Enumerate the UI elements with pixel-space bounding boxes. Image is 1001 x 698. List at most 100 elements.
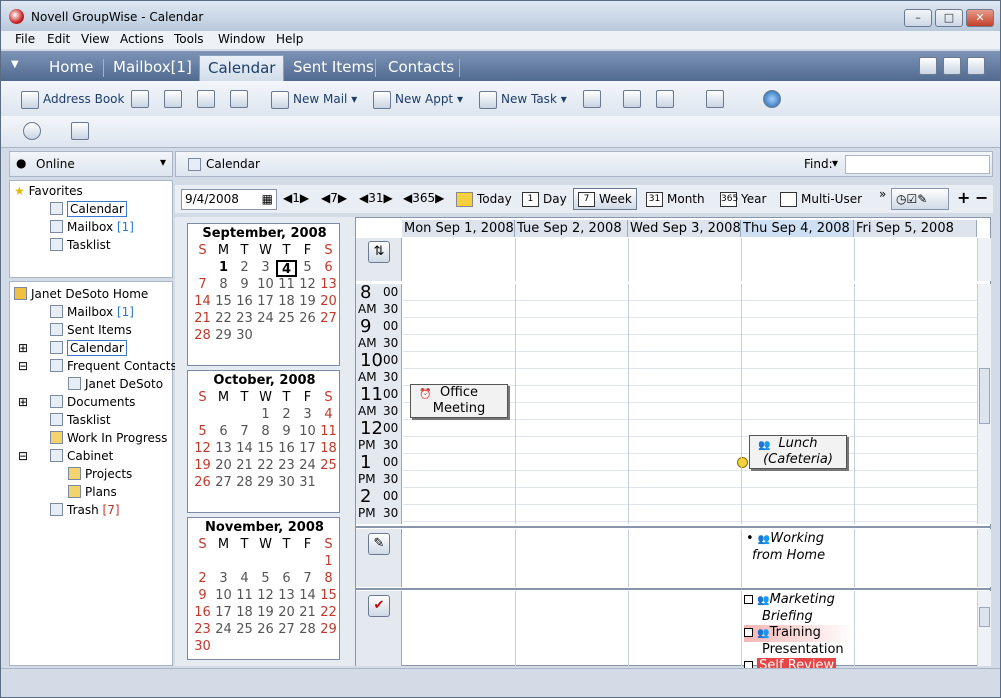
note-pencil-icon[interactable]: ✎	[368, 533, 390, 555]
calendar-day[interactable]: 5	[255, 571, 276, 588]
calendar-day[interactable]: 25	[234, 622, 255, 639]
step-365-days[interactable]: ◀365▶	[403, 191, 444, 205]
calendar-day[interactable]: 23	[276, 458, 297, 475]
calendar-day[interactable]: 15	[255, 441, 276, 458]
tree-root-home[interactable]: Janet DeSoto Home	[14, 287, 148, 301]
find-input[interactable]	[845, 155, 990, 174]
day-header-wed[interactable]: Wed Sep 3, 2008	[628, 220, 741, 237]
calendar-day[interactable]: 21	[297, 605, 318, 622]
scroll-thumb[interactable]	[979, 368, 990, 424]
day-header-mon[interactable]: Mon Sep 1, 2008	[402, 220, 515, 237]
list-view-icon[interactable]	[623, 90, 641, 108]
calendar-day[interactable]: 13	[318, 277, 339, 294]
notes-scrollbar[interactable]	[977, 529, 991, 587]
appointment-office-meeting[interactable]: ⏰ Office Meeting	[410, 384, 508, 418]
calendar-day[interactable]: 18	[276, 294, 297, 311]
expand-icon[interactable]: ⊞	[18, 395, 28, 409]
help-globe-icon[interactable]	[763, 90, 781, 108]
day-view-button[interactable]: 1 Day	[517, 188, 572, 210]
calendar-day[interactable]: 22	[318, 605, 339, 622]
calendar-day[interactable]: 30	[276, 475, 297, 492]
time-slot[interactable]	[403, 284, 977, 301]
columns-icon[interactable]	[656, 90, 674, 108]
calendar-day[interactable]: 26	[192, 475, 213, 492]
time-slot[interactable]	[403, 471, 977, 488]
menu-tools[interactable]: Tools	[174, 32, 204, 46]
task-checkbox[interactable]	[744, 595, 753, 604]
calendar-day[interactable]: 9	[276, 424, 297, 441]
tab-home[interactable]: Home	[41, 55, 101, 81]
calendar-day[interactable]: 24	[255, 311, 276, 328]
add-icon[interactable]: +	[957, 188, 970, 207]
online-mode-dropdown[interactable]: ● Online ▾	[9, 151, 173, 177]
tree-frequent-contacts[interactable]: Frequent Contacts	[50, 359, 177, 373]
calendar-day[interactable]: 8	[213, 277, 234, 294]
step-7-days[interactable]: ◀7▶	[321, 191, 347, 205]
calendar-day[interactable]: 6	[276, 571, 297, 588]
tree-sent-items[interactable]: Sent Items	[50, 323, 132, 337]
calendar-day[interactable]: 2	[192, 571, 213, 588]
menu-help[interactable]: Help	[276, 32, 303, 46]
calendar-day[interactable]: 27	[213, 475, 234, 492]
menu-file[interactable]: File	[15, 32, 35, 46]
tab-sent-items[interactable]: Sent Items	[285, 55, 382, 81]
calendar-day[interactable]: 17	[297, 441, 318, 458]
calendar-day[interactable]: 28	[297, 622, 318, 639]
calendar-day[interactable]: 3	[255, 260, 276, 277]
calendar-day[interactable]: 19	[297, 294, 318, 311]
time-slot[interactable]	[403, 335, 977, 352]
find-icon[interactable]	[197, 90, 215, 108]
calendar-day[interactable]: 23	[192, 622, 213, 639]
menu-edit[interactable]: Edit	[47, 32, 70, 46]
tree-documents[interactable]: Documents	[50, 395, 135, 409]
chevron-down-icon[interactable]: ▾	[832, 156, 838, 170]
day-header-fri[interactable]: Fri Sep 5, 2008	[854, 220, 977, 237]
calendar-day[interactable]: 22	[255, 458, 276, 475]
proxy-icon[interactable]	[230, 90, 248, 108]
calendar-day[interactable]: 27	[276, 622, 297, 639]
calendar-day[interactable]: 20	[276, 605, 297, 622]
tab-contacts[interactable]: Contacts	[380, 55, 462, 81]
calendar-day[interactable]: 12	[255, 588, 276, 605]
calendar-day[interactable]: 14	[297, 588, 318, 605]
favorite-mailbox[interactable]: Mailbox [1]	[50, 220, 134, 234]
menu-actions[interactable]: Actions	[120, 32, 164, 46]
more-icon[interactable]: »	[879, 187, 886, 201]
calendar-day[interactable]: 26	[255, 622, 276, 639]
calendar-day[interactable]: 9	[234, 277, 255, 294]
all-day-icon[interactable]: ⇅	[368, 241, 390, 263]
menu-window[interactable]: Window	[218, 32, 265, 46]
week-view-button[interactable]: 7 Week	[573, 188, 637, 210]
favorites-header[interactable]: ★ Favorites	[14, 184, 83, 198]
calendar-day[interactable]: 19	[192, 458, 213, 475]
print-icon[interactable]	[164, 90, 182, 108]
calendar-day[interactable]: 7	[234, 424, 255, 441]
calendar-day[interactable]: 3	[213, 571, 234, 588]
step-1-day[interactable]: ◀1▶	[283, 191, 309, 205]
calendar-day[interactable]: 17	[213, 605, 234, 622]
calendar-day[interactable]: 11	[234, 588, 255, 605]
new-mail-button[interactable]: New Mail ▾	[271, 89, 357, 109]
date-picker-icon[interactable]: ▦	[262, 190, 273, 209]
tab-calendar[interactable]: Calendar	[199, 55, 285, 81]
task-training-presentation[interactable]: 👥Training	[744, 625, 854, 642]
tab-mailbox[interactable]: Mailbox[1]	[105, 55, 200, 81]
properties-icon[interactable]	[131, 90, 149, 108]
new-task-button[interactable]: New Task ▾	[479, 89, 567, 109]
trash-icon[interactable]	[23, 122, 41, 140]
day-header-thu[interactable]: Thu Sep 4, 2008	[741, 220, 854, 237]
task-marketing-briefing[interactable]: 👥Marketing	[744, 592, 854, 609]
time-slot[interactable]	[403, 437, 977, 454]
calendar-day[interactable]: 11	[276, 277, 297, 294]
calendar-day[interactable]: 28	[234, 475, 255, 492]
calendar-day[interactable]: 30	[234, 328, 255, 345]
remove-icon[interactable]: −	[975, 188, 988, 207]
minimize-button[interactable]: –	[904, 9, 932, 27]
calendar-day[interactable]: 27	[318, 311, 339, 328]
calendar-day[interactable]: 23	[234, 311, 255, 328]
tree-janet-desoto[interactable]: Janet DeSoto	[68, 377, 163, 391]
properties-icon[interactable]	[71, 122, 89, 140]
calendar-day[interactable]: 4	[318, 407, 339, 424]
scroll-thumb[interactable]	[979, 607, 990, 627]
reminder-note-working-from-home[interactable]: • 👥Working from Home	[746, 531, 825, 564]
